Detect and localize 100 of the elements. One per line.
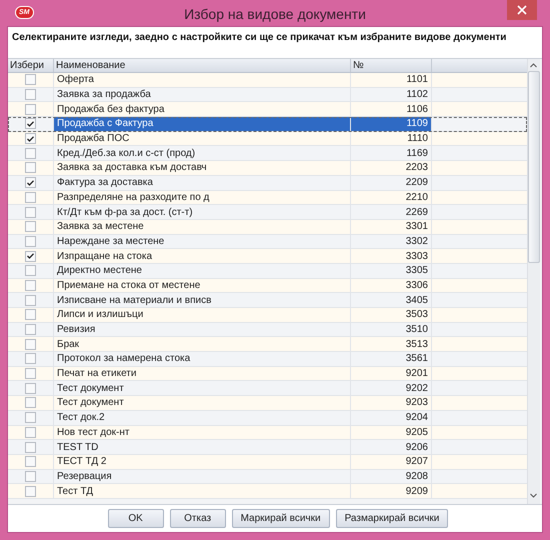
checkbox[interactable] bbox=[25, 250, 36, 262]
table-row[interactable]: Липси и излишъци 3503 bbox=[8, 308, 527, 323]
close-icon bbox=[517, 5, 527, 15]
checkbox[interactable] bbox=[25, 133, 36, 144]
table-row[interactable]: TEST TD 9206 bbox=[8, 440, 527, 455]
table-cell: Брак bbox=[54, 337, 351, 352]
table-row[interactable]: Приемане на стока от местене 3306 bbox=[8, 278, 527, 294]
checkbox[interactable] bbox=[25, 324, 36, 336]
table-cell: 1106 bbox=[351, 102, 432, 116]
table-row[interactable]: Нов тест док-нт 9205 bbox=[8, 426, 527, 440]
table-cell: 3305 bbox=[351, 264, 432, 278]
table-row[interactable]: Тест документ 9202 bbox=[8, 381, 527, 396]
scroll-thumb[interactable] bbox=[528, 71, 540, 263]
table-row[interactable]: Заявка за продажба 1102 bbox=[8, 88, 527, 102]
table-cell: Нов тест док-нт bbox=[54, 426, 351, 440]
table-cell: 9205 bbox=[351, 426, 432, 440]
table-cell: Изпращане на стока bbox=[54, 249, 351, 263]
table-cell: 9209 bbox=[351, 484, 432, 498]
table-cell: Тест док.2 bbox=[54, 410, 351, 424]
table-row[interactable]: Кт/Дт към ф-ра за дост. (ст-т) 2269 bbox=[8, 205, 527, 220]
checkbox[interactable] bbox=[25, 456, 36, 468]
scroll-down-icon[interactable] bbox=[530, 493, 537, 498]
table-cell: 1101 bbox=[351, 73, 432, 87]
checkbox[interactable] bbox=[25, 280, 36, 291]
table-cell: Резервация bbox=[54, 470, 351, 484]
table-cell: Кред./Деб.за кол.и с-ст (прод) bbox=[54, 146, 351, 160]
table-cell: 9201 bbox=[351, 366, 432, 380]
dialog-button[interactable]: Отказ bbox=[170, 509, 226, 528]
checkbox[interactable] bbox=[25, 221, 36, 232]
table-cell: 9208 bbox=[351, 470, 432, 484]
dialog-button[interactable]: Маркирай всички bbox=[232, 509, 330, 528]
table-cell: Тест ТД bbox=[54, 484, 351, 498]
column-header[interactable]: № bbox=[351, 59, 432, 72]
checkbox[interactable] bbox=[25, 338, 36, 350]
table-cell: 3306 bbox=[351, 278, 432, 292]
table-row[interactable]: Оферта 1101 bbox=[8, 73, 527, 88]
table-row[interactable]: Тест ТД 9209 bbox=[8, 484, 527, 499]
table-row[interactable]: Продажба ПОС 1110 bbox=[8, 132, 527, 146]
checkbox[interactable] bbox=[25, 426, 36, 438]
table-row[interactable]: Заявка за местене 3301 bbox=[8, 220, 527, 235]
checkbox[interactable] bbox=[25, 486, 36, 497]
table-cell: ТЕСТ ТД 2 bbox=[54, 454, 351, 469]
table-row[interactable]: Тест док.2 9204 bbox=[8, 410, 527, 426]
table-row[interactable]: ТЕСТ ТД 2 9207 bbox=[8, 454, 527, 470]
table-cell: 1169 bbox=[351, 146, 432, 160]
table-row[interactable]: Ревизия 3510 bbox=[8, 322, 527, 338]
checkbox[interactable] bbox=[25, 442, 36, 453]
table-cell: Заявка за продажба bbox=[54, 88, 351, 102]
checkbox[interactable] bbox=[25, 104, 36, 115]
dialog-button[interactable]: OK bbox=[108, 509, 164, 528]
checkbox[interactable] bbox=[25, 74, 36, 86]
table-row[interactable]: Заявка за доставка към доставч 2203 bbox=[8, 161, 527, 176]
checkbox[interactable] bbox=[25, 353, 36, 364]
table-cell: 3405 bbox=[351, 293, 432, 307]
column-header[interactable]: Избери bbox=[8, 59, 54, 72]
table-cell: Продажба ПОС bbox=[54, 132, 351, 146]
table-cell: 2269 bbox=[351, 205, 432, 219]
checkbox[interactable] bbox=[25, 397, 36, 408]
dialog-button[interactable]: Размаркирай всички bbox=[336, 509, 448, 528]
checkbox[interactable] bbox=[25, 265, 36, 276]
checkbox[interactable] bbox=[25, 236, 36, 247]
checkbox[interactable] bbox=[25, 192, 36, 203]
table-cell: Тест документ bbox=[54, 396, 351, 410]
table-row[interactable]: Протокол за намерена стока 3561 bbox=[8, 352, 527, 367]
table-cell: Директно местене bbox=[54, 264, 351, 278]
table-row[interactable]: Кред./Деб.за кол.и с-ст (прод) 1169 bbox=[8, 146, 527, 162]
checkbox[interactable] bbox=[25, 382, 36, 394]
checkbox[interactable] bbox=[25, 470, 36, 482]
table-cell: 1102 bbox=[351, 88, 432, 102]
table-row[interactable]: Продажба без фактура 1106 bbox=[8, 102, 527, 118]
table-row[interactable]: Изпращане на стока 3303 bbox=[8, 249, 527, 264]
table-row[interactable]: Фактура за доставка 2209 bbox=[8, 176, 527, 190]
table-row[interactable]: Продажба с Фактура 1109 bbox=[8, 117, 527, 132]
table-cell: 3303 bbox=[351, 249, 432, 263]
checkbox[interactable] bbox=[25, 148, 36, 159]
table-row[interactable]: Брак 3513 bbox=[8, 337, 527, 352]
checkbox[interactable] bbox=[25, 368, 36, 380]
scroll-up-icon[interactable] bbox=[530, 63, 537, 68]
checkbox[interactable] bbox=[25, 177, 36, 188]
table-cell: 9204 bbox=[351, 410, 432, 424]
table-row[interactable]: Печат на етикети 9201 bbox=[8, 366, 527, 382]
checkbox[interactable] bbox=[25, 294, 36, 306]
checkbox[interactable] bbox=[25, 206, 36, 218]
checkbox[interactable] bbox=[25, 89, 36, 100]
checkbox[interactable] bbox=[25, 309, 36, 320]
checkbox[interactable] bbox=[25, 118, 36, 130]
checkbox[interactable] bbox=[25, 412, 36, 424]
table-row[interactable]: Директно местене 3305 bbox=[8, 264, 527, 279]
column-header[interactable]: Наименование bbox=[54, 59, 351, 72]
table-cell: Продажба с Фактура bbox=[54, 117, 351, 131]
table-row[interactable]: Резервация 9208 bbox=[8, 470, 527, 484]
table-row[interactable]: Разпределяне на разходите по д 2210 bbox=[8, 190, 527, 206]
close-button[interactable] bbox=[507, 0, 537, 20]
table-cell: 9207 bbox=[351, 454, 432, 469]
scrollbar[interactable] bbox=[527, 59, 540, 504]
table-row[interactable]: Нареждане за местене 3302 bbox=[8, 234, 527, 250]
checkbox[interactable] bbox=[25, 162, 36, 174]
table-cell: 1110 bbox=[351, 132, 432, 146]
table-row[interactable]: Тест документ 9203 bbox=[8, 396, 527, 411]
table-row[interactable]: Изписване на материали и впиcв 3405 bbox=[8, 293, 527, 308]
